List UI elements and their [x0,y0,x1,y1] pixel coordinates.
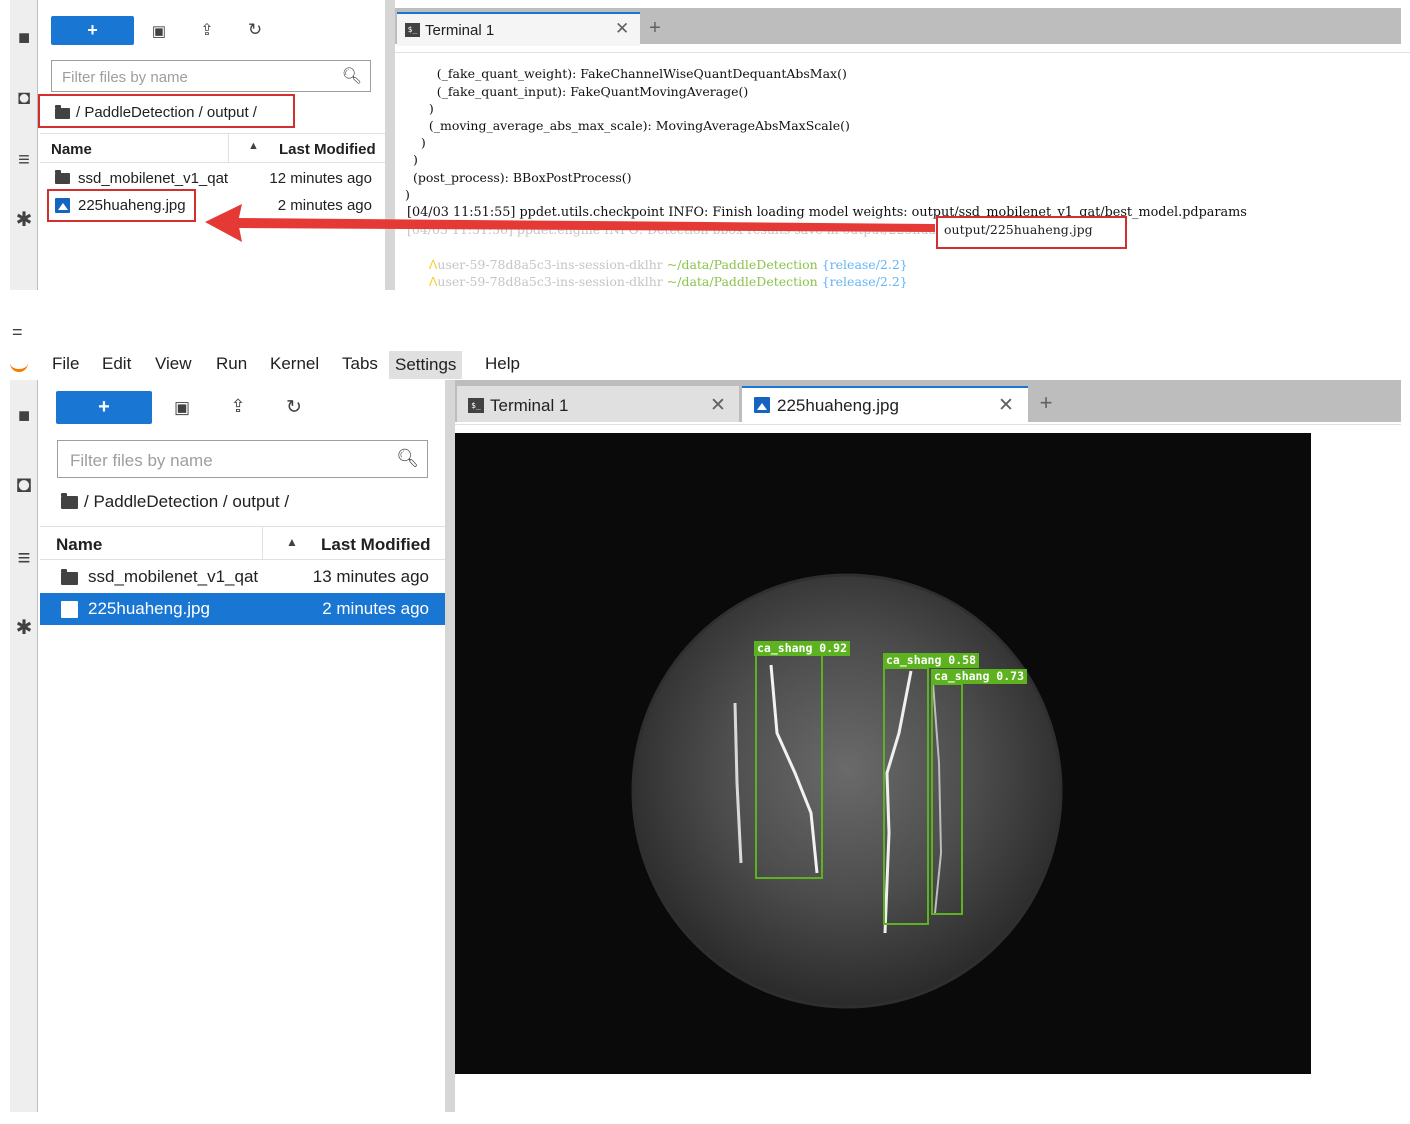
tab-label: 225huaheng.jpg [777,396,899,415]
menu-file[interactable]: File [46,354,85,374]
running-icon[interactable]: ◘ [10,473,38,497]
new-launcher-button[interactable]: + [56,391,152,424]
detection-result-image: ca_shang 0.92 ca_shang 0.58 ca_shang 0.7… [455,433,1311,1074]
detection-label: ca_shang 0.73 [931,669,1028,684]
menu-run[interactable]: Run [210,354,253,374]
commands-icon[interactable]: ≡ [10,547,38,569]
breadcrumb[interactable]: / PaddleDetection / output / [61,492,289,512]
detection-label: ca_shang 0.58 [883,653,980,668]
file-row-selected[interactable]: 225huaheng.jpg 2 minutes ago [40,593,445,625]
terminal-icon: $_ [468,398,484,413]
menu-help[interactable]: Help [479,354,526,374]
menu-edit[interactable]: Edit [96,354,137,374]
menu-tabs[interactable]: Tabs [336,354,384,374]
folder-icon [61,493,78,510]
detection-label: ca_shang 0.92 [754,641,851,656]
menu-kernel[interactable]: Kernel [264,354,325,374]
refresh-icon[interactable]: ↻ [284,396,304,419]
image-viewer[interactable]: ca_shang 0.92 ca_shang 0.58 ca_shang 0.7… [455,424,1401,1112]
menu-settings[interactable]: Settings [389,351,463,379]
panel-splitter[interactable] [445,380,455,1112]
file-modified: 2 minutes ago [322,599,429,618]
search-icon: 🔍︎ [396,448,419,468]
filter-files-input[interactable]: Filter files by name 🔍︎ [57,440,428,478]
detection-box [931,683,963,915]
top-screenshot-panel: ■ ◘ ≡ ✱ + ▣ ⇪ ↻ Filter files by name 🔍︎ … [0,0,1410,290]
close-icon[interactable]: ✕ [710,394,726,417]
column-last-modified[interactable]: Last Modified [321,535,431,555]
bottom-screenshot-panel: = File Edit View Run Kernel Tabs Setting… [0,318,1410,1124]
file-list-header: Name ▲ Last Modified [40,526,445,560]
extension-icon[interactable]: ✱ [10,618,38,638]
annotation-arrow [205,204,935,242]
folder-icon[interactable]: ■ [10,406,38,426]
hamburger-icon[interactable]: = [12,322,23,343]
column-name[interactable]: Name [56,535,102,555]
file-row[interactable]: ssd_mobilenet_v1_qat 13 minutes ago [40,561,445,592]
filter-placeholder: Filter files by name [70,451,213,470]
tab-225huaheng-jpg[interactable]: 225huaheng.jpg ✕ [742,386,1028,424]
close-icon[interactable]: ✕ [998,394,1014,417]
folder-icon [61,569,78,585]
upload-icon[interactable]: ⇪ [228,396,248,417]
detection-box [755,654,823,879]
file-name: ssd_mobilenet_v1_qat [88,567,259,586]
image-file-icon [61,601,78,618]
file-name: 225huaheng.jpg [88,599,210,618]
image-icon [754,397,770,413]
detection-box [883,667,929,925]
add-tab-button[interactable]: + [1032,390,1060,418]
tab-terminal-1[interactable]: $_ Terminal 1 ✕ [457,386,739,422]
menu-view[interactable]: View [149,354,198,374]
tab-label: Terminal 1 [490,396,569,415]
new-folder-icon[interactable]: ▣ [172,398,192,418]
left-activity-bar: ■ ◘ ≡ ✱ [10,380,38,1112]
sort-ascending-icon[interactable]: ▲ [286,535,298,549]
breadcrumb-path: / PaddleDetection / output / [84,492,290,511]
file-modified: 13 minutes ago [312,567,429,586]
jupyter-logo-icon [10,354,28,372]
